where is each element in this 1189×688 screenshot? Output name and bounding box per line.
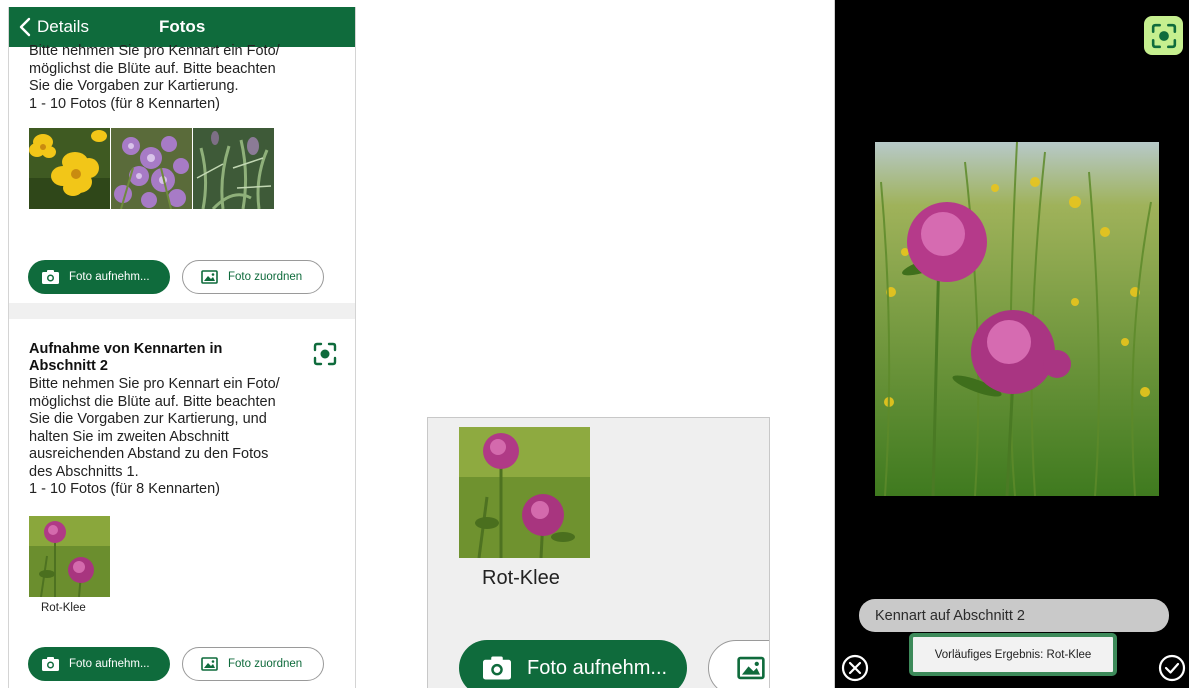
photo-thumbnail[interactable] — [29, 128, 110, 209]
description-line: möglichst die Blüte auf. Bitte beachten — [29, 393, 276, 410]
red-clover-photo — [459, 427, 590, 558]
section-2-description: Bitte nehmen Sie pro Kennart ein Foto/ m… — [29, 376, 299, 499]
back-button[interactable]: Details — [19, 16, 89, 38]
preliminary-result-badge: Vorläufiges Ergebnis: Rot-Klee — [909, 633, 1117, 676]
description-line: Sie die Vorgaben zur Kartierung, und — [29, 411, 267, 427]
assign-photo-button[interactable]: Foto zuordnen — [182, 647, 324, 681]
scan-focus-icon — [1151, 23, 1176, 48]
back-label: Details — [37, 17, 89, 36]
thumbnail-species-label: Rot-Klee — [482, 567, 560, 589]
camera-icon — [42, 657, 59, 671]
description-line: Bitte nehmen Sie pro Kennart ein Foto/ — [29, 376, 280, 392]
photo-thumbnail[interactable] — [111, 128, 192, 209]
take-photo-button[interactable]: Foto aufnehm... — [28, 260, 170, 294]
purple-flower-photo — [111, 128, 192, 209]
heading-line: Aufnahme von Kennarten in — [29, 341, 223, 357]
zoomed-detail-panel: Rot-Klee Foto aufnehm... — [427, 417, 770, 688]
assign-photo-button[interactable] — [708, 640, 769, 688]
section-2-heading: Aufnahme von Kennarten in Abschnitt 2 — [29, 341, 259, 375]
close-circle-icon — [841, 654, 869, 682]
take-photo-label: Foto aufnehm... — [69, 658, 150, 670]
camera-identification-screen: Kennart auf Abschnitt 2 Vorläufiges Erge… — [834, 0, 1189, 688]
camera-icon — [42, 270, 59, 284]
green-plant-photo — [193, 128, 274, 209]
description-line: möglichst die Blüte auf. Bitte beachten — [29, 60, 276, 77]
close-button[interactable] — [840, 653, 870, 683]
red-clover-photo — [29, 516, 110, 597]
assign-photo-label: Foto zuordnen — [228, 271, 303, 283]
page-title: Fotos — [159, 17, 206, 36]
navigation-bar: Details Fotos — [9, 7, 355, 47]
take-photo-label: Foto aufnehm... — [69, 271, 150, 283]
description-line: des Abschnitts 1. — [29, 463, 139, 480]
photos-screen: Details Fotos Bitte nehmen Sie pro Kenna… — [8, 7, 356, 688]
scan-focus-icon — [313, 342, 337, 366]
photo-thumbnail-zoomed[interactable] — [459, 427, 590, 558]
yellow-flower-photo — [29, 128, 110, 209]
take-photo-button[interactable]: Foto aufnehm... — [28, 647, 170, 681]
thumbnail-species-label: Rot-Klee — [41, 602, 86, 614]
assign-photo-label: Foto zuordnen — [228, 658, 303, 670]
photo-thumbnail[interactable] — [193, 128, 274, 209]
captured-photo — [875, 142, 1159, 496]
description-line: halten Sie im zweiten Abschnitt — [29, 428, 229, 445]
section-2-card: Aufnahme von Kennarten in Abschnitt 2 Bi… — [9, 319, 355, 688]
scan-species-button[interactable] — [1144, 16, 1183, 55]
description-line: 1 - 10 Fotos (für 8 Kennarten) — [29, 481, 221, 497]
photo-thumbnail[interactable] — [29, 516, 110, 597]
screenshot-composite: Details Fotos Bitte nehmen Sie pro Kenna… — [0, 0, 1189, 688]
species-section-field[interactable]: Kennart auf Abschnitt 2 — [859, 599, 1169, 632]
check-circle-icon — [1158, 654, 1186, 682]
description-line: 1 - 10 Fotos (für 8 Kennarten) — [29, 95, 221, 112]
heading-line: Abschnitt 2 — [29, 358, 108, 374]
red-clover-photo — [875, 142, 1159, 496]
assign-photo-button[interactable]: Foto zuordnen — [182, 260, 324, 294]
image-icon — [201, 657, 218, 671]
scan-species-button[interactable] — [313, 342, 337, 366]
camera-icon — [483, 656, 511, 680]
image-icon — [201, 270, 218, 284]
take-photo-button[interactable]: Foto aufnehm... — [459, 640, 687, 688]
description-line: ausreichenden Abstand zu den Fotos — [29, 446, 269, 462]
description-line: Sie die Vorgaben zur Kartierung. — [29, 78, 239, 94]
chevron-left-icon — [19, 17, 31, 37]
section-1-description: Bitte nehmen Sie pro Kennart ein Foto/ m… — [29, 43, 299, 113]
take-photo-label: Foto aufnehm... — [527, 656, 668, 679]
description-line: Bitte nehmen Sie pro Kennart ein Foto/ — [29, 43, 280, 59]
confirm-button[interactable] — [1157, 653, 1187, 683]
section-1-card: Bitte nehmen Sie pro Kennart ein Foto/ m… — [9, 43, 355, 303]
image-icon — [737, 656, 765, 680]
